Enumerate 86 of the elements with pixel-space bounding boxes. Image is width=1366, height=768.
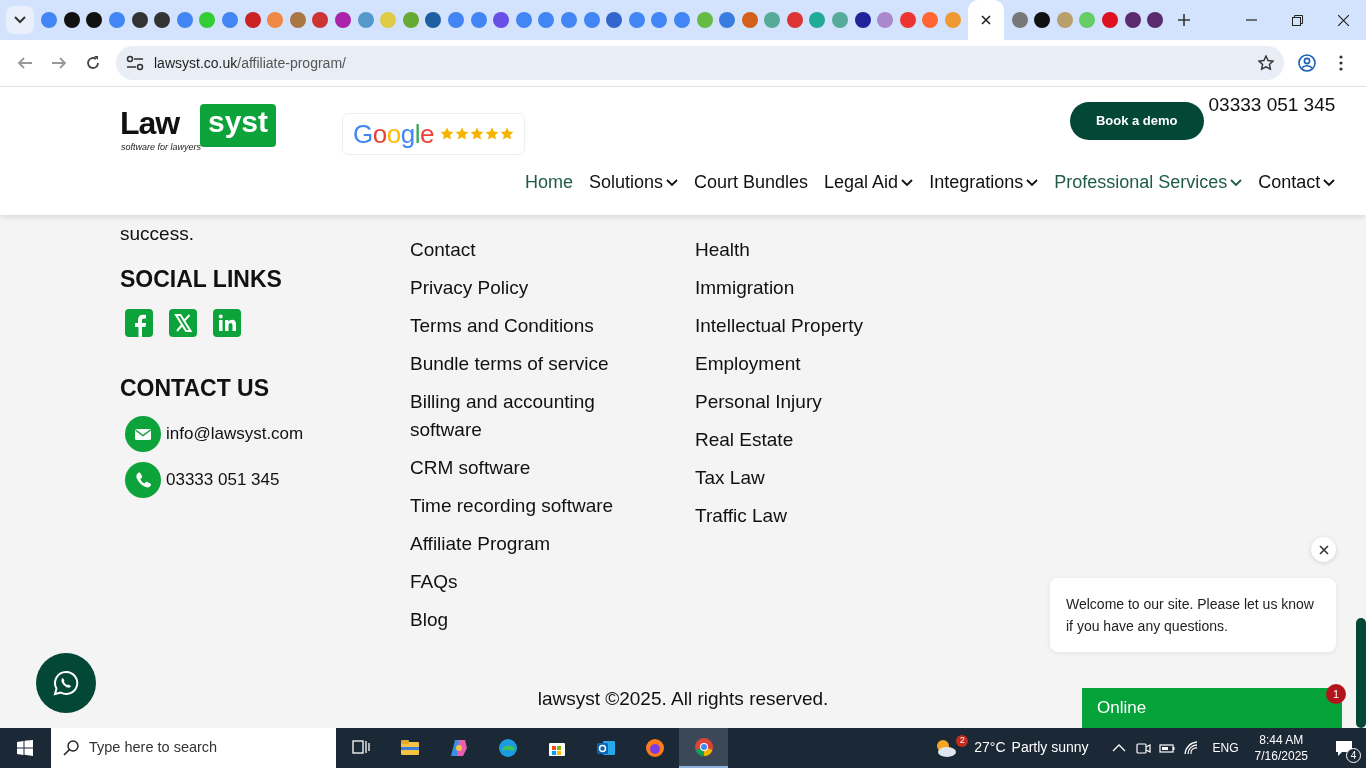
nav-link[interactable]: Court Bundles <box>693 169 809 196</box>
temperature-text: 27°C <box>974 738 1006 758</box>
facebook-icon[interactable] <box>125 308 153 337</box>
star-icon[interactable] <box>1258 55 1274 71</box>
whatsapp-button[interactable] <box>36 653 96 713</box>
footer-link[interactable]: Privacy Policy <box>410 269 650 307</box>
footer-link[interactable]: Immigration <box>695 269 935 307</box>
footer-link[interactable]: Billing and accounting software <box>410 383 650 449</box>
footer-link[interactable]: Employment <box>695 345 935 383</box>
book-demo-button[interactable]: Book a demo <box>1069 102 1204 140</box>
chrome-icon <box>693 737 714 757</box>
clock-date: 7/16/2025 <box>1254 748 1308 764</box>
notifications-button[interactable]: 4 <box>1322 728 1366 768</box>
star-icon <box>469 127 484 141</box>
x-icon[interactable] <box>169 308 197 337</box>
footer-link[interactable]: Contact <box>410 231 650 269</box>
phone-number: 03333 051 345 <box>1208 93 1336 117</box>
footer-link[interactable]: Affiliate Program <box>410 525 650 563</box>
firefox-icon <box>644 738 665 758</box>
wifi-icon[interactable] <box>1181 739 1200 757</box>
site-info-icon <box>126 55 144 71</box>
email-icon <box>125 416 161 453</box>
notification-count: 4 <box>1346 748 1361 763</box>
email-link[interactable]: info@lawsyst.com <box>166 421 304 447</box>
star-icon <box>499 127 514 141</box>
footer-link[interactable]: Bundle terms of service <box>410 345 650 383</box>
copilot-icon <box>448 738 469 758</box>
nav-link[interactable]: Home <box>524 169 573 196</box>
folder-icon <box>399 738 420 758</box>
close-icon <box>981 15 992 25</box>
star-icon <box>454 127 469 141</box>
close-icon <box>1337 14 1349 26</box>
logo[interactable]: Law syst software for lawyers <box>120 101 292 159</box>
nav-link[interactable]: Professional Services <box>1054 169 1243 196</box>
address-bar[interactable]: lawsyst.co.uk/affiliate-program/ <box>116 46 1284 80</box>
close-button[interactable] <box>1311 537 1336 562</box>
google-wordmark: Google <box>353 117 434 151</box>
plus-icon <box>1177 14 1190 26</box>
close-icon <box>1318 544 1329 555</box>
phone-icon <box>125 462 161 499</box>
scrollbar-thumb[interactable] <box>1356 618 1366 728</box>
footer-link[interactable]: Intellectual Property <box>695 307 935 345</box>
linkedin-icon[interactable] <box>213 308 241 337</box>
star-icon <box>484 127 499 141</box>
footer-link[interactable]: Terms and Conditions <box>410 307 650 345</box>
weather-badge: 2 <box>956 735 969 747</box>
chat-bubble-icon <box>53 670 79 696</box>
footer-link[interactable]: Blog <box>410 601 650 639</box>
nav-link[interactable]: Contact <box>1258 169 1336 196</box>
windows-icon <box>16 740 33 756</box>
footer-link[interactable]: CRM software <box>410 449 650 487</box>
notification-icon <box>1334 738 1354 758</box>
language-indicator[interactable]: ENG <box>1212 739 1239 757</box>
footer-link[interactable]: Time recording software <box>410 487 650 525</box>
back-icon <box>17 55 33 71</box>
chevron-down-icon <box>14 16 26 24</box>
clock-time: 8:44 AM <box>1259 732 1304 748</box>
menu-icon <box>1339 55 1343 71</box>
url-text: lawsyst.co.uk/affiliate-program/ <box>154 53 346 73</box>
notification-badge: 1 <box>1326 684 1346 704</box>
footer-link[interactable]: FAQs <box>410 563 650 601</box>
reload-icon <box>85 55 101 71</box>
profile-icon <box>1298 54 1316 72</box>
footer-text: success. <box>120 222 195 246</box>
nav-link[interactable]: Solutions <box>588 169 678 196</box>
search-icon <box>63 740 79 756</box>
weather-text: Partly sunny <box>1011 738 1089 758</box>
edge-icon <box>497 738 518 758</box>
section-heading: CONTACT US <box>120 374 271 403</box>
nav-link[interactable]: Legal Aid <box>824 169 914 196</box>
search-field[interactable]: Type here to search <box>51 728 336 768</box>
tab-search-button[interactable] <box>6 6 34 34</box>
nav-link[interactable]: Integrations <box>929 169 1039 196</box>
footer-link[interactable]: Tax Law <box>695 459 935 497</box>
footer-link[interactable]: Traffic Law <box>695 497 935 535</box>
copyright-text: lawsyst ©2025. All rights reserved. <box>537 688 829 709</box>
footer-link[interactable]: Real Estate <box>695 421 935 459</box>
section-heading: SOCIAL LINKS <box>120 266 283 294</box>
forward-icon <box>51 55 67 71</box>
phone-link[interactable]: 03333 051 345 <box>166 467 280 493</box>
star-icon <box>439 127 454 141</box>
mail-app-icon <box>595 738 616 758</box>
footer-link[interactable]: Health <box>695 231 935 269</box>
chat-message: Welcome to our site. Please let us know if you have any questions. <box>1050 578 1336 652</box>
footer-link[interactable]: Personal Injury <box>695 383 935 421</box>
restore-icon <box>1291 14 1303 26</box>
